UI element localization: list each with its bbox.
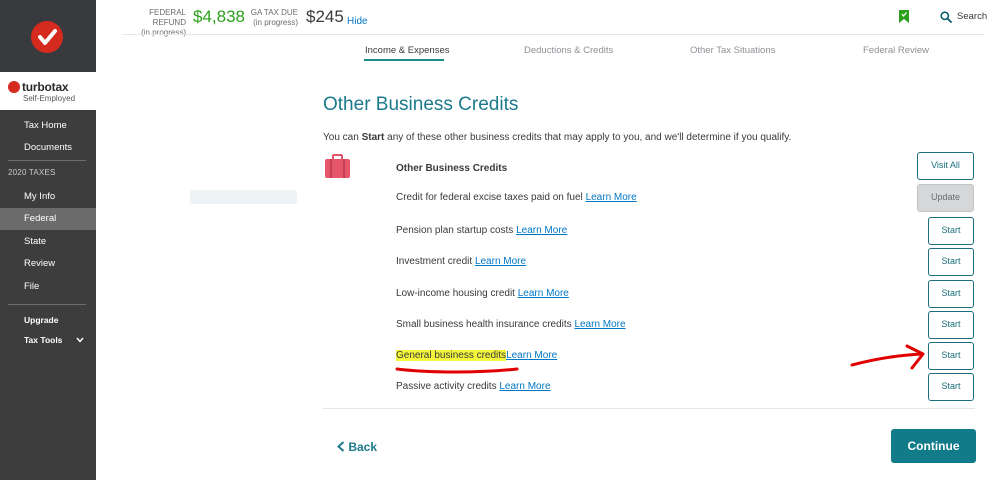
start-button[interactable]: Start	[928, 248, 974, 276]
tab-federal-review[interactable]: Federal Review	[863, 45, 929, 56]
start-button[interactable]: Start	[928, 217, 974, 245]
federal-refund-label-line1: FEDERAL REFUND	[149, 8, 186, 27]
hide-link[interactable]: Hide	[347, 16, 368, 27]
briefcase-icon	[325, 154, 350, 178]
tab-deductions-credits[interactable]: Deductions & Credits	[524, 45, 613, 56]
credit-label: Passive activity credits	[396, 381, 497, 392]
intro-post: any of these other business credits that…	[384, 132, 792, 143]
brand-logo: turbotax Self-Employed	[0, 72, 96, 110]
back-label: Back	[348, 440, 378, 454]
federal-refund-amount: $4,838	[193, 7, 245, 26]
sidebar-item-state[interactable]: State	[0, 231, 96, 253]
start-button[interactable]: Start	[928, 280, 974, 308]
intro-pre: You can	[323, 132, 362, 143]
sidebar-item-review[interactable]: Review	[0, 253, 96, 275]
sidebar-divider	[8, 160, 86, 161]
list-item: Small business health insurance credits …	[396, 319, 626, 330]
search-link[interactable]: Search	[957, 11, 987, 22]
sidebar-item-upgrade[interactable]: Upgrade	[0, 309, 96, 331]
learn-more-link[interactable]: Learn More	[499, 381, 550, 392]
sidebar-item-my-info[interactable]: My Info	[0, 186, 96, 208]
start-button[interactable]: Start	[928, 373, 974, 401]
sidebar-section-label: 2020 TAXES	[8, 168, 56, 177]
content-divider	[323, 408, 975, 409]
credit-label: Pension plan startup costs	[396, 225, 514, 236]
logo-area	[0, 0, 96, 72]
list-item: Passive activity credits Learn More	[396, 381, 551, 392]
search-icon[interactable]	[940, 11, 952, 23]
annotation-underline	[395, 367, 519, 374]
learn-more-link[interactable]: Learn More	[516, 225, 567, 236]
list-item: Credit for federal excise taxes paid on …	[396, 192, 637, 203]
start-button[interactable]: Start	[928, 342, 974, 370]
sidebar: turbotax Self-Employed Tax Home Document…	[0, 0, 96, 480]
annotation-arrow-shaft	[850, 352, 924, 367]
credit-label: Small business health insurance credits	[396, 319, 572, 330]
state-tax-label-line1: GA TAX DUE	[250, 8, 298, 17]
learn-more-link[interactable]: Learn More	[475, 256, 526, 267]
list-item: Pension plan startup costs Learn More	[396, 225, 567, 236]
learn-more-link[interactable]: Learn More	[574, 319, 625, 330]
tabs-top-divider	[122, 34, 984, 35]
state-tax-label: GA TAX DUE (in progress)	[246, 8, 298, 28]
annotation-arrow-head	[905, 344, 925, 370]
sidebar-divider	[8, 304, 86, 305]
page-intro: You can Start any of these other busines…	[323, 132, 791, 143]
tab-other-tax-situations[interactable]: Other Tax Situations	[690, 45, 775, 56]
bookmark-icon[interactable]	[899, 10, 909, 23]
update-button[interactable]: Update	[917, 184, 974, 212]
brand-mark-icon	[8, 81, 20, 93]
active-tab-indicator	[364, 59, 444, 61]
list-item: Low-income housing credit Learn More	[396, 288, 569, 299]
learn-more-link[interactable]: Learn More	[506, 350, 557, 361]
back-button[interactable]: Back	[337, 440, 377, 454]
tab-income-expenses[interactable]: Income & Expenses	[365, 45, 450, 56]
continue-button[interactable]: Continue	[891, 429, 976, 463]
page-title: Other Business Credits	[323, 94, 519, 115]
section-heading: Other Business Credits	[396, 163, 508, 174]
chevron-left-icon	[337, 441, 345, 452]
credit-label: Investment credit	[396, 256, 473, 267]
credit-label: General business credits	[396, 350, 507, 361]
credit-label: Low-income housing credit	[396, 288, 515, 299]
sidebar-item-tax-home[interactable]: Tax Home	[0, 115, 96, 137]
sidebar-item-federal[interactable]: Federal	[0, 208, 96, 230]
brand-name: turbotax	[22, 80, 69, 94]
chevron-down-icon[interactable]	[76, 337, 84, 343]
visit-all-button[interactable]: Visit All	[917, 152, 974, 180]
state-tax-label-line2: (in progress)	[253, 18, 298, 27]
turbotax-check-icon[interactable]	[31, 21, 63, 53]
list-item: General business creditsLearn More	[396, 350, 557, 361]
intro-bold: Start	[361, 132, 385, 143]
tooltip-placeholder	[190, 190, 297, 204]
learn-more-link[interactable]: Learn More	[586, 192, 637, 203]
list-item: Investment credit Learn More	[396, 256, 526, 267]
sidebar-item-documents[interactable]: Documents	[0, 137, 96, 159]
credit-label: Credit for federal excise taxes paid on …	[396, 192, 583, 203]
state-tax-amount: $245	[306, 7, 344, 26]
start-button[interactable]: Start	[928, 311, 974, 339]
federal-refund-label-line2: (in progress)	[141, 28, 186, 37]
learn-more-link[interactable]: Learn More	[518, 288, 569, 299]
brand-subtitle: Self-Employed	[23, 94, 76, 103]
sidebar-item-file[interactable]: File	[0, 276, 96, 298]
